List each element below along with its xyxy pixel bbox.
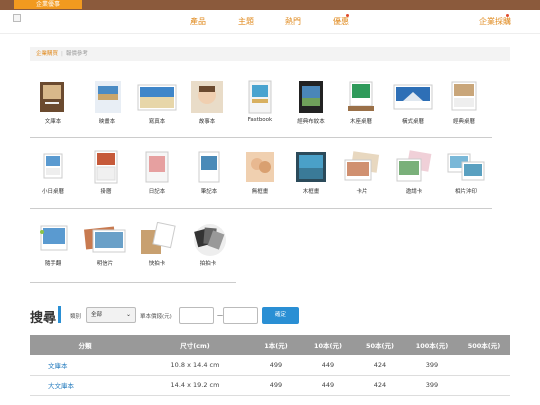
product-thumbnail: [243, 150, 277, 184]
price-max-input[interactable]: [223, 307, 258, 324]
product-item[interactable]: 拍拍卡: [185, 222, 231, 267]
product-item[interactable]: 卡片: [339, 150, 385, 195]
product-item[interactable]: 日記本: [134, 150, 180, 195]
row-divider: [30, 282, 236, 283]
price-cell: 449: [302, 375, 354, 396]
product-thumbnail: [243, 80, 277, 114]
product-thumbnail: [393, 80, 433, 114]
product-item[interactable]: 故事本: [184, 80, 230, 125]
product-thumbnail: [84, 222, 126, 256]
breadcrumb: 企業購買 | 報價參考: [30, 47, 510, 61]
breadcrumb-link[interactable]: 企業購買: [36, 51, 58, 57]
product-thumbnail: [36, 80, 70, 114]
table-row: 大文庫本 14.4 x 19.2 cm 499 449 424 399: [30, 375, 510, 396]
search-title: 搜尋: [30, 311, 57, 326]
price-cell: 449: [302, 355, 354, 376]
size-cell: 10.8 x 14.4 cm: [140, 355, 250, 376]
product-item[interactable]: 無框畫: [237, 150, 283, 195]
product-item[interactable]: 映畫本: [84, 80, 130, 125]
product-thumbnail: [447, 80, 481, 114]
product-thumbnail: [137, 80, 177, 114]
nav-popular[interactable]: 熱門: [285, 16, 301, 27]
product-item[interactable]: 筆記本: [186, 150, 232, 195]
row-divider: [30, 137, 492, 138]
price-min-input[interactable]: [179, 307, 214, 324]
breadcrumb-current: 報價參考: [65, 51, 88, 57]
product-item[interactable]: 木框畫: [288, 150, 334, 195]
product-item[interactable]: 隨手翻: [30, 222, 76, 267]
product-thumbnail: [344, 80, 378, 114]
product-thumbnail: [90, 80, 124, 114]
main-nav: [0, 10, 540, 34]
price-cell: [458, 375, 510, 396]
product-name-link[interactable]: 大文庫本: [30, 375, 140, 396]
product-thumbnail: [344, 150, 380, 184]
logo-image[interactable]: [13, 14, 21, 22]
product-item[interactable]: 掛曆: [83, 150, 129, 195]
price-cell: 399: [406, 375, 458, 396]
product-item[interactable]: Fastbook: [237, 80, 283, 123]
header-qty10: 10本(元): [302, 335, 354, 355]
product-item[interactable]: 小日桌曆: [30, 150, 76, 195]
product-thumbnail: [192, 150, 226, 184]
price-cell: [458, 355, 510, 376]
product-thumbnail: [36, 222, 70, 256]
new-dot-icon: [346, 14, 349, 17]
product-item[interactable]: 邀請卡: [391, 150, 437, 195]
product-item[interactable]: 明信片: [82, 222, 128, 267]
product-thumbnail: [294, 150, 328, 184]
product-item[interactable]: 橫式桌曆: [390, 80, 436, 125]
category-label: 類別: [70, 314, 82, 320]
header-size: 尺寸(cm): [140, 335, 250, 355]
category-select-value: 全部: [91, 312, 103, 318]
nav-themes[interactable]: 主題: [238, 16, 254, 27]
corporate-tab[interactable]: 企業優事: [14, 0, 82, 9]
header-qty500: 500本(元): [458, 335, 510, 355]
row-divider: [30, 208, 492, 209]
price-cell: 424: [354, 375, 406, 396]
nav-products[interactable]: 產品: [190, 16, 206, 27]
price-cell: 499: [250, 375, 302, 396]
price-table: 分類 尺寸(cm) 1本(元) 10本(元) 50本(元) 100本(元) 50…: [30, 335, 510, 396]
product-thumbnail: [294, 80, 328, 114]
product-name-link[interactable]: 文庫本: [30, 355, 140, 376]
category-select[interactable]: 全部 ⌄: [86, 307, 136, 323]
product-thumbnail: [447, 150, 485, 184]
product-thumbnail: [140, 221, 176, 256]
product-thumbnail: [396, 150, 432, 184]
price-cell: 399: [406, 355, 458, 376]
product-thumbnail: [190, 80, 224, 114]
header-category: 分類: [30, 335, 140, 355]
header-qty1: 1本(元): [250, 335, 302, 355]
price-cell: 424: [354, 355, 406, 376]
product-thumbnail: [89, 150, 123, 184]
header-qty50: 50本(元): [354, 335, 406, 355]
price-label: 單本價錢(元): [140, 314, 172, 320]
product-item[interactable]: 寫真本: [134, 80, 180, 125]
product-item[interactable]: 快拍卡: [134, 221, 180, 267]
product-item[interactable]: 文庫本: [30, 80, 76, 125]
table-header-row: 分類 尺寸(cm) 1本(元) 10本(元) 50本(元) 100本(元) 50…: [30, 335, 510, 355]
chevron-down-icon: ⌄: [125, 311, 131, 318]
price-cell: 499: [250, 355, 302, 376]
product-thumbnail: [140, 150, 174, 184]
nav-offers[interactable]: 優惠: [333, 16, 349, 27]
confirm-button[interactable]: 確定: [262, 307, 299, 324]
new-dot-icon: [506, 14, 509, 17]
product-item[interactable]: 經典桌曆: [441, 80, 487, 125]
search-title-bar: [58, 306, 61, 323]
product-item[interactable]: 經典布紋本: [288, 80, 334, 125]
size-cell: 14.4 x 19.2 cm: [140, 375, 250, 396]
product-item[interactable]: 木座桌曆: [338, 80, 384, 125]
table-row: 文庫本 10.8 x 14.4 cm 499 449 424 399: [30, 355, 510, 376]
header-qty100: 100本(元): [406, 335, 458, 355]
nav-corporate[interactable]: 企業採購: [479, 16, 511, 27]
product-item[interactable]: 相片沖印: [443, 150, 489, 195]
product-thumbnail: [36, 150, 70, 184]
product-thumbnail: [191, 222, 226, 256]
